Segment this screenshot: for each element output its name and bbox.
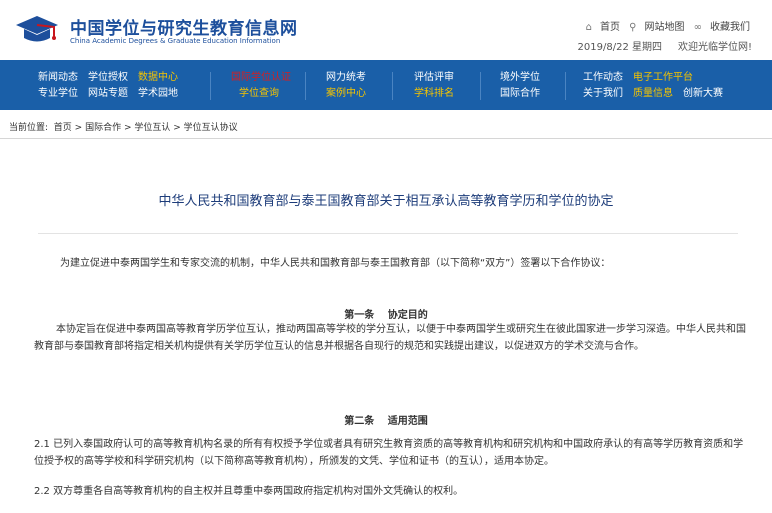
link-icon: ∞ <box>693 22 702 33</box>
welcome-text: 欢迎光临学位网! <box>677 42 752 53</box>
breadcrumb-mutual[interactable]: 学位互认 <box>134 123 170 133</box>
nav-cases[interactable]: 案例中心 <box>326 86 366 102</box>
nav-group-1: 新闻动态 学位授权 数据中心 专业学位 网站专题 学术园地 <box>38 70 178 102</box>
nav-intl-cert[interactable]: 国际学位认证 <box>231 70 291 86</box>
nav-evaluation[interactable]: 评估评审 <box>414 70 454 86</box>
nav-divider <box>480 72 481 100</box>
section-2-paragraph-1: 2.1 已列入泰国政府认可的高等教育机构名录的所有有权授予学位或者具有研究生教育… <box>34 439 744 467</box>
nav-professional-degree[interactable]: 专业学位 <box>38 86 78 102</box>
nav-divider <box>565 72 566 100</box>
nav-innovation[interactable]: 创新大赛 <box>683 86 723 102</box>
article-intro: 为建立促进中泰两国学生和专家交流的机制，中华人民共和国教育部与泰王国教育部（以下… <box>60 258 611 269</box>
section-2-paragraph-2: 2.2 双方尊重各自高等教育机构的自主权并且尊重中泰两国政府指定机构对国外文凭确… <box>34 486 464 497</box>
nav-data-center[interactable]: 数据中心 <box>138 70 178 86</box>
home-link[interactable]: 首页 <box>600 22 620 33</box>
nav-divider <box>210 72 211 100</box>
date-welcome: 2019/8/22 星期四 欢迎光临学位网! <box>578 38 752 53</box>
nav-overseas-degree[interactable]: 境外学位 <box>500 70 540 86</box>
nav-group-3: 网力统考 案例中心 <box>326 70 366 102</box>
favorite-link[interactable]: 收藏我们 <box>710 22 750 33</box>
article-title: 中华人民共和国教育部与泰王国教育部关于相互承认高等教育学历和学位的协定 <box>158 194 614 209</box>
nav-degree-auth[interactable]: 学位授权 <box>88 70 128 86</box>
nav-work-news[interactable]: 工作动态 <box>583 70 623 86</box>
nav-about[interactable]: 关于我们 <box>583 86 623 102</box>
main-nav: 新闻动态 学位授权 数据中心 专业学位 网站专题 学术园地 国际学位认证 学位查询 网力… <box>0 60 772 110</box>
nav-academic[interactable]: 学术园地 <box>138 86 178 102</box>
nav-topics[interactable]: 网站专题 <box>88 86 128 102</box>
location-pin-icon: ⚲ <box>629 22 637 33</box>
site-title[interactable]: 中国学位与研究生教育信息网 <box>70 14 298 39</box>
nav-quality[interactable]: 质量信息 <box>633 86 673 102</box>
breadcrumb-intl[interactable]: 国际合作 <box>85 123 121 133</box>
section-2-title: 第二条 适用范围 <box>344 416 428 427</box>
nav-exam[interactable]: 网力统考 <box>326 70 366 86</box>
nav-degree-query[interactable]: 学位查询 <box>239 86 279 102</box>
breadcrumb-current[interactable]: 学位互认协议 <box>184 123 238 133</box>
site-header: 中国学位与研究生教育信息网 China Academic Degrees & G… <box>0 0 772 60</box>
nav-intl-coop[interactable]: 国际合作 <box>500 86 540 102</box>
current-date: 2019/8/22 星期四 <box>577 42 662 53</box>
nav-group-4: 评估评审 学科排名 <box>414 70 454 102</box>
article-panel: 中华人民共和国教育部与泰王国教育部关于相互承认高等教育学历和学位的协定 为建立促… <box>0 139 772 513</box>
nav-e-platform[interactable]: 电子工作平台 <box>633 70 693 86</box>
nav-group-5: 境外学位 国际合作 <box>500 70 540 102</box>
nav-news[interactable]: 新闻动态 <box>38 70 78 86</box>
breadcrumb-home[interactable]: 首页 <box>54 123 72 133</box>
nav-divider <box>392 72 393 100</box>
nav-group-6: 工作动态 电子工作平台 关于我们 质量信息 创新大赛 <box>583 70 723 102</box>
section-1-title: 第一条 协定目的 <box>344 310 428 321</box>
breadcrumb: 当前位置: 首页 > 国际合作 > 学位互认 > 学位互认协议 <box>9 123 238 133</box>
site-subtitle: China Academic Degrees & Graduate Educat… <box>70 37 281 45</box>
home-icon: ⌂ <box>585 22 592 33</box>
nav-ranking[interactable]: 学科排名 <box>414 86 454 102</box>
top-links: ⌂ 首页 ⚲ 网站地图 ∞ 收藏我们 <box>580 18 750 33</box>
breadcrumb-label: 当前位置: <box>9 123 49 133</box>
nav-group-2: 国际学位认证 学位查询 <box>231 70 291 102</box>
sitemap-link[interactable]: 网站地图 <box>644 22 684 33</box>
section-1-text: 本协定旨在促进中泰两国高等教育学历学位互认，推动两国高等学校的学分互认，以便于中… <box>34 324 746 352</box>
nav-divider <box>305 72 306 100</box>
title-divider <box>38 233 738 234</box>
graduation-cap-logo-icon[interactable] <box>14 13 60 47</box>
